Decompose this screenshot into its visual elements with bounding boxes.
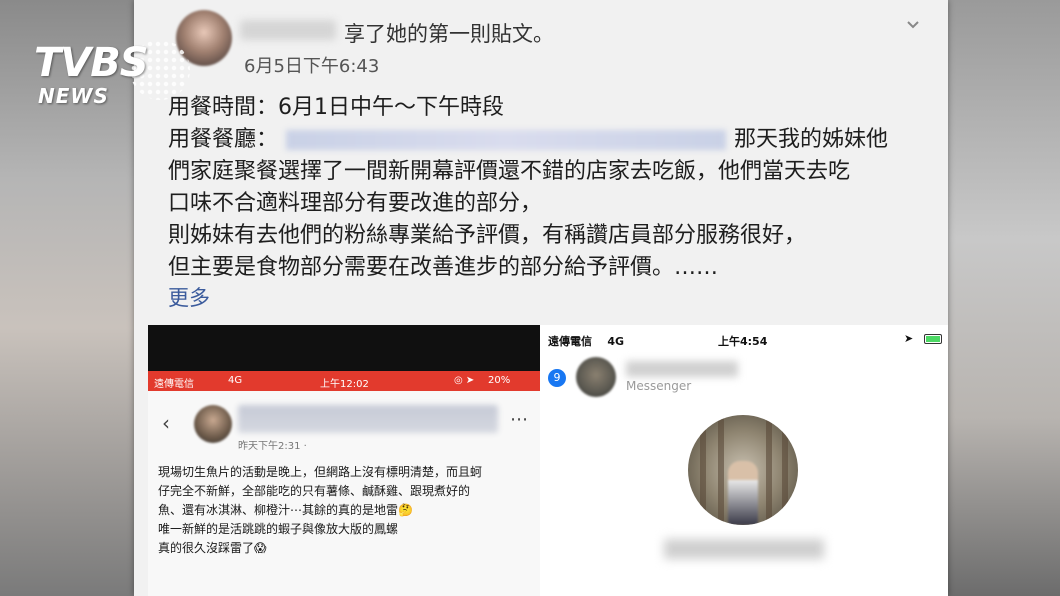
status-carrier: 遠傳電信 4G xyxy=(548,335,625,348)
review-line: 唯一新鮮的是活跳跳的蝦子與像放大版的鳳螺 xyxy=(158,522,399,536)
profile-picture[interactable] xyxy=(688,415,798,525)
unread-badge[interactable]: 9 xyxy=(548,369,566,387)
post-line-restaurant: 用餐餐廳： 那天我的姊妹他 xyxy=(168,124,928,156)
logo-sub-text: NEWS xyxy=(38,84,109,108)
status-time: 上午4:54 xyxy=(718,335,768,348)
contact-name-blurred[interactable] xyxy=(626,361,738,377)
post-line-5: 則姊妹有去他們的粉絲專業給予評價，有稱讚店員部分服務很好， xyxy=(168,223,807,248)
reviewer-name-blurred[interactable] xyxy=(238,405,498,433)
review-line: 魚、還有冰淇淋、柳橙汁⋯其餘的真的是地雷🤔 xyxy=(158,503,413,517)
post-timestamp[interactable]: 6月5日下午6:43 xyxy=(244,52,379,78)
review-line: 現場切生魚片的活動是晚上，但網路上沒有標明清楚，而且蚵 xyxy=(158,465,483,479)
post-line-time: 用餐時間：6月1日中午～下午時段 xyxy=(168,95,504,120)
post-line-6: 但主要是食物部分需要在改善進步的部分給予評價。…… xyxy=(168,255,719,280)
review-body: 現場切生魚片的活動是晚上，但網路上沒有標明清楚，而且蚵 仔完全不新鮮，全部能吃的… xyxy=(158,463,534,558)
status-network: 4G xyxy=(228,375,243,386)
status-time: 上午12:02 xyxy=(320,379,369,390)
status-battery: 20% xyxy=(488,375,511,386)
reviewer-avatar[interactable] xyxy=(194,405,232,443)
messenger-label: Messenger xyxy=(626,379,692,393)
messenger-screenshot: 遠傳電信 4G 上午4:54 ➤ 9 Messenger xyxy=(540,325,948,596)
location-icon: ➤ xyxy=(904,332,914,345)
back-icon[interactable]: ‹ xyxy=(162,411,170,435)
review-timestamp: 昨天下午2:31 · xyxy=(238,441,307,452)
phone-status-bar: 遠傳電信 4G 上午12:02 ◎ ➤ 20% xyxy=(148,371,540,391)
background-right-blur xyxy=(940,0,1060,596)
review-screenshot: 遠傳電信 4G 上午12:02 ◎ ➤ 20% ‹ 昨天下午2:31 · ⋯ 現… xyxy=(148,325,540,596)
post-header-action: 享了她的第一則貼文。 xyxy=(344,22,554,46)
post-body: 用餐時間：6月1日中午～下午時段 用餐餐廳： 那天我的姊妹他 們家庭聚餐選擇了一間… xyxy=(168,92,928,284)
post-line-4: 口味不合適料理部分有要改進的部分， xyxy=(168,191,543,216)
battery-level xyxy=(926,336,940,342)
logo-main-text: TVBS xyxy=(34,40,149,86)
restaurant-label: 用餐餐廳： xyxy=(168,127,279,152)
profile-person-figure xyxy=(728,461,758,525)
profile-name-blurred xyxy=(664,539,824,559)
more-options-icon[interactable]: ⋯ xyxy=(510,409,529,430)
battery-icon xyxy=(924,334,942,344)
restaurant-line-tail: 那天我的姊妹他 xyxy=(734,127,889,152)
see-more-link[interactable]: 更多 xyxy=(168,282,210,312)
status-carrier: 遠傳電信 xyxy=(154,379,194,390)
review-line: 真的很久沒踩雷了😱 xyxy=(158,541,267,555)
location-icon: ◎ ➤ xyxy=(454,375,475,386)
contact-avatar[interactable] xyxy=(576,357,616,397)
review-post: ‹ 昨天下午2:31 · ⋯ 現場切生魚片的活動是晚上，但網路上沒有標明清楚，而… xyxy=(148,391,540,596)
chevron-down-icon[interactable] xyxy=(906,18,920,32)
post-line-3: 們家庭聚餐選擇了一間新開幕評價還不錯的店家去吃飯，他們當天去吃 xyxy=(168,159,851,184)
restaurant-name-blurred xyxy=(286,130,727,150)
poster-name-blurred[interactable] xyxy=(240,20,336,40)
screenshot-top-bar xyxy=(148,325,540,371)
review-line: 仔完全不新鮮，全部能吃的只有薯條、鹹酥雞、跟現煮好的 xyxy=(158,484,471,498)
